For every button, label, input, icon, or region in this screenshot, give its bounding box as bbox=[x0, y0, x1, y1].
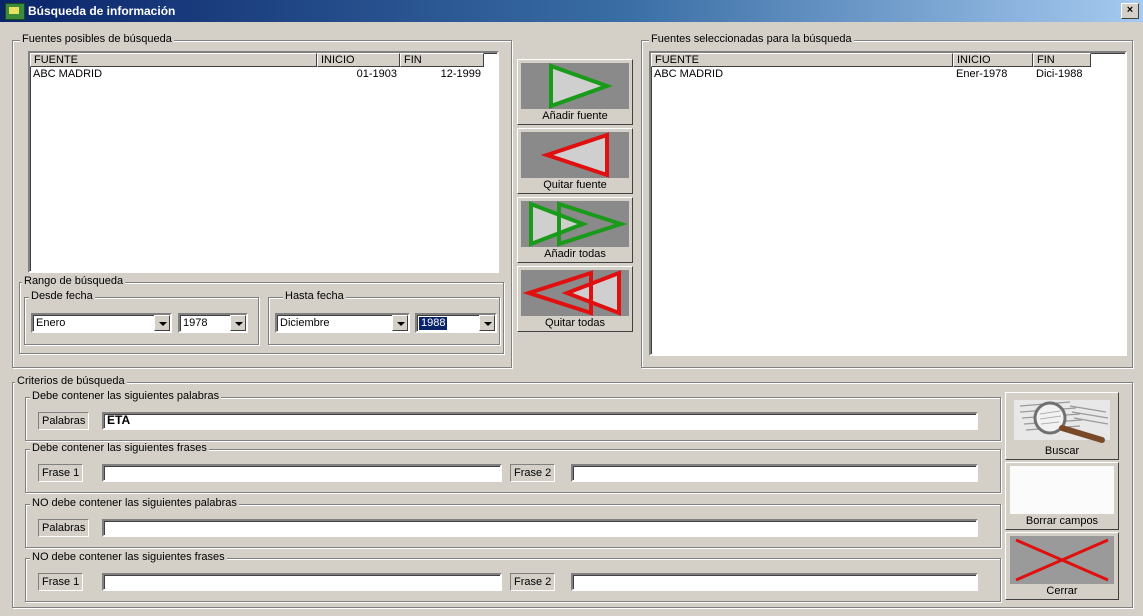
from-date-legend: Desde fecha bbox=[29, 290, 95, 302]
must-phrase2-label: Frase 2 bbox=[510, 464, 556, 482]
source-end: Dici-1988 bbox=[1036, 68, 1083, 80]
to-date-legend: Hasta fecha bbox=[283, 290, 346, 302]
from-month-select[interactable]: Enero bbox=[31, 313, 172, 333]
search-label: Buscar bbox=[1044, 445, 1080, 457]
not-words-input[interactable] bbox=[102, 519, 978, 537]
window-close-button[interactable]: × bbox=[1121, 3, 1139, 19]
must-phrase1-input[interactable] bbox=[102, 464, 502, 482]
must-phrase2-input[interactable] bbox=[571, 464, 978, 482]
arrow-right-icon bbox=[521, 63, 629, 109]
chevron-down-icon[interactable] bbox=[154, 315, 170, 331]
chevron-down-icon[interactable] bbox=[230, 315, 246, 331]
close-icon bbox=[1010, 536, 1114, 584]
must-phrases-group: Debe contener las siguientes frases Fras… bbox=[25, 442, 1001, 493]
remove-source-button[interactable]: Quitar fuente bbox=[517, 128, 633, 194]
must-words-label: Palabras bbox=[38, 412, 90, 430]
search-button[interactable]: Buscar bbox=[1005, 392, 1119, 460]
remove-all-button[interactable]: Quitar todas bbox=[517, 266, 633, 332]
chevron-down-icon[interactable] bbox=[392, 315, 408, 331]
not-words-group: NO debe contener las siguientes palabras… bbox=[25, 497, 1001, 548]
not-phrase2-label: Frase 2 bbox=[510, 573, 556, 591]
not-phrases-group: NO debe contener las siguientes frases F… bbox=[25, 551, 1001, 602]
close-button[interactable]: Cerrar bbox=[1005, 532, 1119, 600]
possible-sources-group: Fuentes posibles de búsqueda FUENTE INIC… bbox=[12, 33, 512, 368]
selected-sources-legend: Fuentes seleccionadas para la búsqueda bbox=[649, 33, 854, 45]
list-item[interactable]: ABC MADRID Ener-1978 Dici-1988 bbox=[651, 67, 1121, 81]
not-words-legend: NO debe contener las siguientes palabras bbox=[30, 497, 239, 509]
not-phrase1-input[interactable] bbox=[102, 573, 502, 591]
possible-sources-list[interactable]: FUENTE INICIO FIN ABC MADRID 01-1903 12-… bbox=[28, 51, 499, 273]
selected-sources-list[interactable]: FUENTE INICIO FIN ABC MADRID Ener-1978 D… bbox=[649, 51, 1127, 356]
from-date-group: Desde fecha Enero 1978 bbox=[24, 290, 259, 345]
from-month-value: Enero bbox=[36, 317, 66, 329]
add-all-button[interactable]: Añadir todas bbox=[517, 197, 633, 263]
column-header-fin[interactable]: FIN bbox=[1033, 53, 1091, 67]
to-year-value: 1988 bbox=[419, 317, 448, 330]
title-bar: Búsqueda de información × bbox=[0, 0, 1143, 22]
magnifier-newspaper-icon bbox=[1010, 396, 1114, 444]
not-phrase1-label: Frase 1 bbox=[38, 573, 84, 591]
clear-fields-label: Borrar campos bbox=[1025, 515, 1099, 527]
must-words-group: Debe contener las siguientes palabras Pa… bbox=[25, 390, 1001, 441]
source-start: Ener-1978 bbox=[956, 68, 1008, 80]
blank-icon bbox=[1010, 466, 1114, 514]
not-phrase2-input[interactable] bbox=[571, 573, 978, 591]
column-header-fin[interactable]: FIN bbox=[400, 53, 484, 67]
source-start: 01-1903 bbox=[356, 68, 397, 80]
search-range-group: Rango de búsqueda Desde fecha Enero 1978… bbox=[19, 275, 504, 354]
app-icon bbox=[5, 3, 25, 20]
search-criteria-legend: Criterios de búsqueda bbox=[15, 375, 127, 387]
column-header-fuente[interactable]: FUENTE bbox=[30, 53, 317, 67]
close-label: Cerrar bbox=[1046, 585, 1078, 597]
add-source-label: Añadir fuente bbox=[542, 110, 608, 122]
list-item[interactable]: ABC MADRID 01-1903 12-1999 bbox=[30, 67, 493, 81]
column-header-fuente[interactable]: FUENTE bbox=[651, 53, 953, 67]
not-words-label: Palabras bbox=[38, 519, 90, 537]
column-header-inicio[interactable]: INICIO bbox=[317, 53, 400, 67]
selected-sources-group: Fuentes seleccionadas para la búsqueda F… bbox=[641, 33, 1133, 368]
double-arrow-right-icon bbox=[521, 201, 629, 247]
to-month-value: Diciembre bbox=[280, 317, 330, 329]
must-words-legend: Debe contener las siguientes palabras bbox=[30, 390, 222, 402]
add-all-label: Añadir todas bbox=[544, 248, 606, 260]
search-range-legend: Rango de búsqueda bbox=[22, 275, 126, 287]
remove-all-label: Quitar todas bbox=[545, 317, 605, 329]
must-phrase1-label: Frase 1 bbox=[38, 464, 84, 482]
to-date-group: Hasta fecha Diciembre 1988 bbox=[268, 290, 500, 345]
clear-fields-button[interactable]: Borrar campos bbox=[1005, 462, 1119, 530]
to-month-select[interactable]: Diciembre bbox=[275, 313, 410, 333]
source-name: ABC MADRID bbox=[654, 68, 724, 80]
to-year-select[interactable]: 1988 bbox=[415, 313, 497, 333]
add-source-button[interactable]: Añadir fuente bbox=[517, 59, 633, 125]
possible-sources-legend: Fuentes posibles de búsqueda bbox=[20, 33, 174, 45]
window-title: Búsqueda de información bbox=[28, 4, 176, 18]
chevron-down-icon[interactable] bbox=[479, 315, 495, 331]
column-header-inicio[interactable]: INICIO bbox=[953, 53, 1033, 67]
double-arrow-left-icon bbox=[521, 270, 629, 316]
must-words-input[interactable]: ETA bbox=[102, 412, 978, 430]
from-year-value: 1978 bbox=[183, 317, 208, 329]
arrow-left-icon bbox=[521, 132, 629, 178]
source-end: 12-1999 bbox=[440, 68, 481, 80]
remove-source-label: Quitar fuente bbox=[543, 179, 607, 191]
search-criteria-group: Criterios de búsqueda Debe contener las … bbox=[12, 375, 1133, 608]
source-name: ABC MADRID bbox=[33, 68, 103, 80]
from-year-select[interactable]: 1978 bbox=[178, 313, 248, 333]
must-phrases-legend: Debe contener las siguientes frases bbox=[30, 442, 209, 454]
not-phrases-legend: NO debe contener las siguientes frases bbox=[30, 551, 227, 563]
